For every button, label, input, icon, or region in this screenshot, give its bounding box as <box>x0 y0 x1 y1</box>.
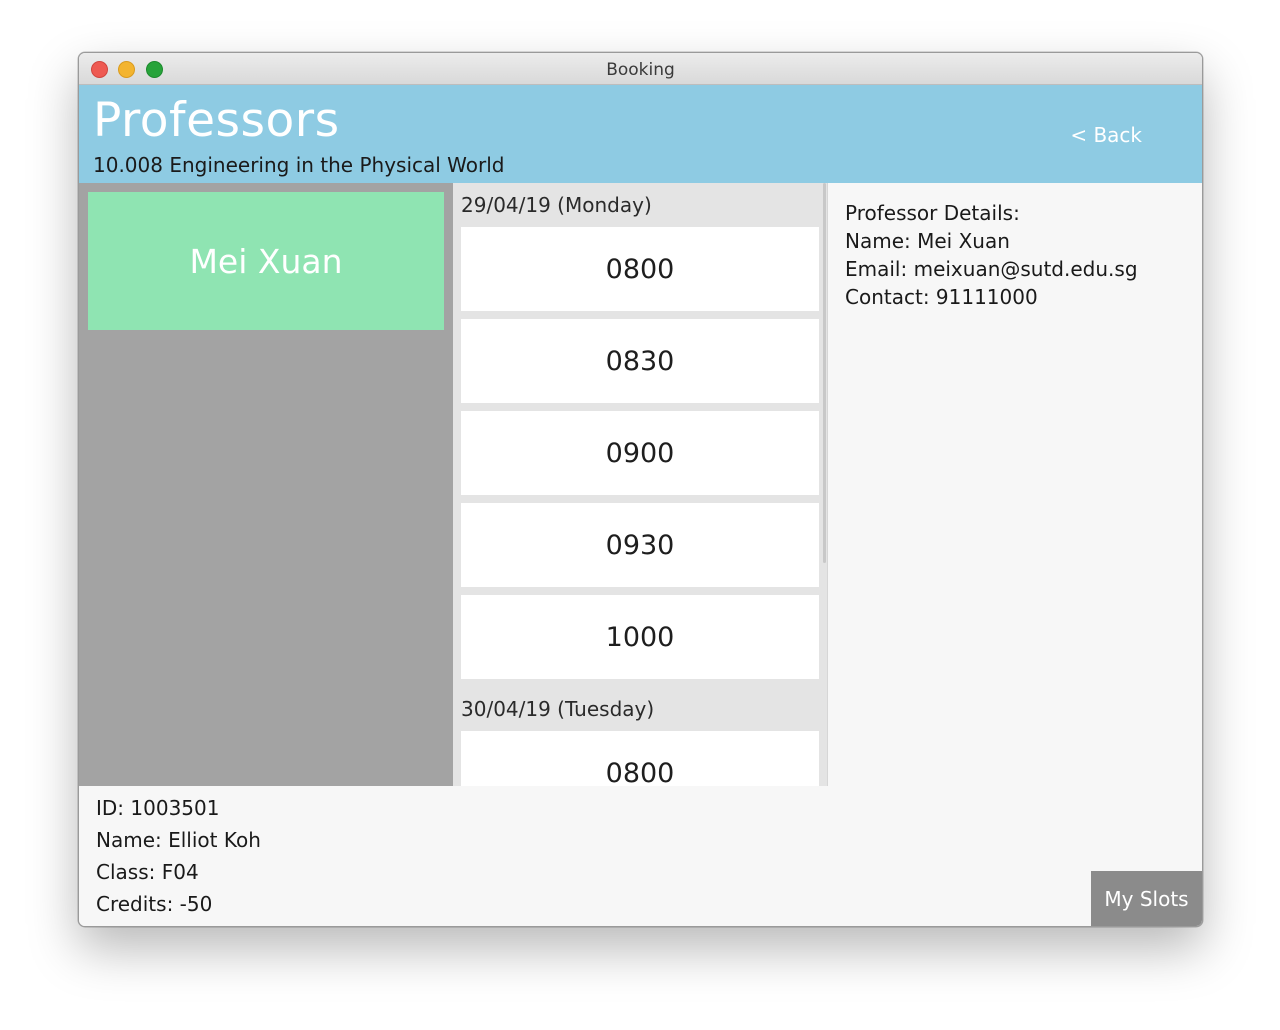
timeslot-button[interactable]: 0800 <box>461 227 819 311</box>
user-credits: Credits: -50 <box>96 892 213 916</box>
page-header: Professors 10.008 Engineering in the Phy… <box>79 85 1202 183</box>
user-name: Name: Elliot Koh <box>96 828 261 852</box>
timeslot-button[interactable]: 0900 <box>461 411 819 495</box>
professor-item[interactable]: Mei Xuan <box>88 192 444 330</box>
booking-window: Booking Professors 10.008 Engineering in… <box>78 52 1203 927</box>
title-bar: Booking <box>79 53 1202 85</box>
timeslot-button[interactable]: 1000 <box>461 595 819 679</box>
professor-list: Mei Xuan <box>79 183 453 786</box>
user-id: ID: 1003501 <box>96 796 220 820</box>
timeslot-scrollbar[interactable] <box>823 183 826 563</box>
professor-details-panel: Professor Details: Name: Mei Xuan Email:… <box>827 183 1202 786</box>
page-title: Professors <box>93 93 340 148</box>
footer: ID: 1003501 Name: Elliot Koh Class: F04 … <box>79 786 1202 926</box>
my-slots-button[interactable]: My Slots <box>1091 871 1202 926</box>
timeslot-scroll-content: 29/04/19 (Monday) 0800 0830 0900 0930 1000 30/… <box>453 183 827 786</box>
day-header: 30/04/19 (Tuesday) <box>461 697 655 721</box>
user-info: ID: 1003501 Name: Elliot Koh Class: F04 … <box>96 792 261 920</box>
timeslot-list[interactable]: 29/04/19 (Monday) 0800 0830 0900 0930 1000 30/… <box>453 183 827 786</box>
timeslot-button[interactable]: 0800 <box>461 731 819 786</box>
professor-details: Professor Details: Name: Mei Xuan Email:… <box>845 199 1138 311</box>
back-button[interactable]: < Back <box>1070 123 1142 147</box>
course-subtitle: 10.008 Engineering in the Physical World <box>93 153 505 177</box>
details-contact: Contact: 91111000 <box>845 285 1038 309</box>
details-heading: Professor Details: <box>845 201 1020 225</box>
details-email: Email: meixuan@sutd.edu.sg <box>845 257 1138 281</box>
day-header: 29/04/19 (Monday) <box>461 193 652 217</box>
window-title: Booking <box>606 60 675 80</box>
details-name: Name: Mei Xuan <box>845 229 1010 253</box>
user-class: Class: F04 <box>96 860 199 884</box>
timeslot-button[interactable]: 0830 <box>461 319 819 403</box>
timeslot-button[interactable]: 0930 <box>461 503 819 587</box>
